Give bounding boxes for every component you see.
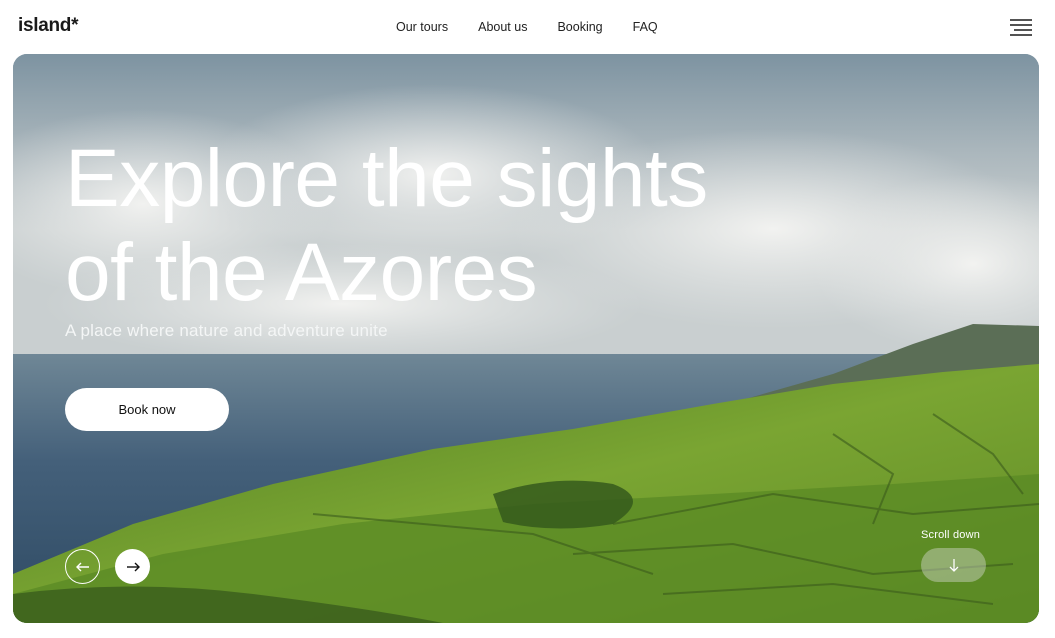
- nav-link-our-tours[interactable]: Our tours: [396, 20, 448, 34]
- arrow-right-icon: [126, 562, 140, 571]
- next-slide-button[interactable]: [115, 549, 150, 584]
- nav-link-about-us[interactable]: About us: [478, 20, 527, 34]
- scroll-down-button[interactable]: [921, 548, 986, 582]
- previous-slide-button[interactable]: [65, 549, 100, 584]
- arrow-down-icon: [949, 559, 958, 572]
- hamburger-menu-icon[interactable]: [1008, 17, 1034, 37]
- hero-section: Explore the sights of the Azores A place…: [13, 54, 1039, 623]
- logo[interactable]: island*: [18, 15, 79, 37]
- nav-link-booking[interactable]: Booking: [557, 20, 602, 34]
- main-nav: Our tours About us Booking FAQ: [396, 20, 658, 34]
- book-now-button[interactable]: Book now: [65, 388, 229, 431]
- scroll-down-label: Scroll down: [921, 529, 981, 541]
- nav-link-faq[interactable]: FAQ: [633, 20, 658, 34]
- arrow-left-icon: [75, 562, 89, 571]
- header: island* Our tours About us Booking FAQ: [0, 0, 1055, 54]
- hero-subtitle: A place where nature and adventure unite: [65, 321, 388, 340]
- page: island* Our tours About us Booking FAQ E…: [0, 0, 1055, 638]
- hero-title: Explore the sights of the Azores: [65, 133, 708, 318]
